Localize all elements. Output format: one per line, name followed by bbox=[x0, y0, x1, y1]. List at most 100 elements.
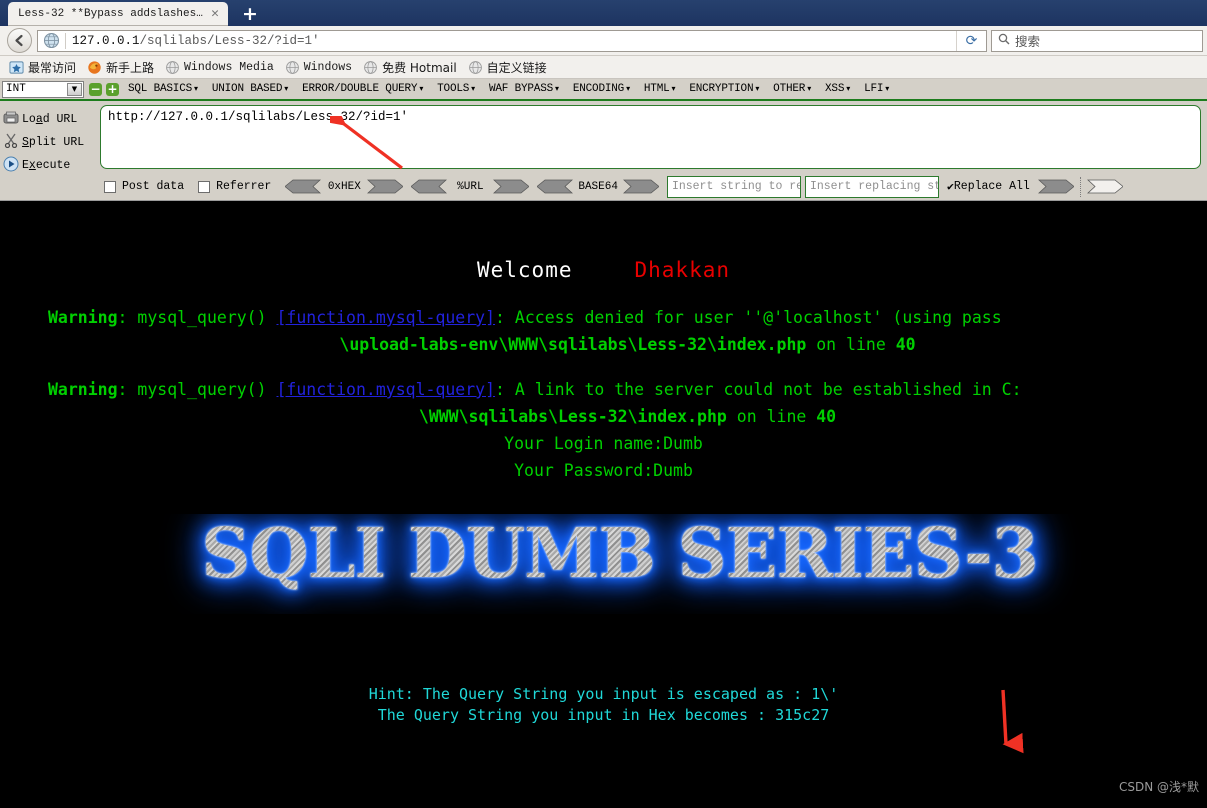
password-line: Your Password:Dumb bbox=[514, 461, 693, 480]
address-separator bbox=[65, 32, 66, 49]
bookmark-label: Windows Media bbox=[184, 60, 274, 74]
post-data-checkbox[interactable]: Post data bbox=[104, 180, 184, 193]
chevron-down-icon: ▾ bbox=[555, 84, 559, 93]
encoder-label: %URL bbox=[457, 180, 484, 193]
load-url-icon bbox=[0, 111, 22, 129]
encode-arrow-icon[interactable] bbox=[622, 179, 659, 194]
replace-from-input[interactable]: Insert string to repla bbox=[666, 175, 801, 198]
warning-path-line: \WWW\sqlilabs\Less-32\index.php on line … bbox=[48, 403, 1207, 430]
replace-to-input[interactable]: Insert replacing string bbox=[804, 175, 939, 198]
menu-error-double-query[interactable]: ERROR/DOUBLE QUERY ▾ bbox=[295, 82, 430, 96]
hint-hex-line: The Query String you input in Hex become… bbox=[377, 706, 830, 724]
encoder-label: BASE64 bbox=[578, 180, 618, 193]
decode-arrow-icon[interactable] bbox=[285, 179, 322, 194]
mysql-query-doc-link[interactable]: [function.mysql-query] bbox=[277, 380, 496, 399]
remove-tab-button[interactable]: − bbox=[89, 82, 102, 96]
address-text: 127.0.0.1/sqlilabs/Less-32/?id=1' bbox=[72, 34, 956, 48]
back-button[interactable] bbox=[7, 28, 32, 53]
address-path: /sqlilabs/Less-32/?id=1' bbox=[139, 33, 320, 48]
hackbar-type-select[interactable]: INT ▼ bbox=[2, 80, 84, 98]
chevron-down-icon[interactable]: ▼ bbox=[67, 82, 82, 96]
bookmark-item[interactable]: Windows Media bbox=[162, 59, 280, 76]
bookmark-label: Windows bbox=[303, 60, 353, 74]
encode-arrow-icon[interactable] bbox=[493, 179, 530, 194]
load-url-button[interactable]: Load URL bbox=[0, 108, 100, 131]
execute-button[interactable]: Execute bbox=[0, 154, 100, 177]
new-tab-button[interactable]: + bbox=[242, 5, 258, 24]
hackbar-url-textarea[interactable]: http://127.0.0.1/sqlilabs/Less-32/?id=1' bbox=[100, 105, 1201, 169]
reload-button[interactable]: ⟳ bbox=[956, 30, 986, 51]
replace-all-checkbox[interactable]: ✔ Replace All bbox=[947, 179, 1030, 194]
welcome-heading: Welcome Dhakkan bbox=[0, 201, 1207, 282]
split-url-label: Split URL bbox=[22, 136, 85, 149]
bookmark-item[interactable]: 新手上路 bbox=[84, 58, 160, 77]
encode-arrow-icon[interactable] bbox=[367, 179, 404, 194]
toolbar-divider bbox=[1079, 176, 1081, 197]
bookmark-item[interactable]: 最常访问 bbox=[6, 58, 82, 77]
mysql-query-doc-link[interactable]: [function.mysql-query] bbox=[277, 308, 496, 327]
globe-icon bbox=[43, 32, 60, 49]
close-icon[interactable]: ✕ bbox=[208, 7, 222, 21]
menu-label: SQL BASICS bbox=[128, 83, 193, 95]
hackbar-body: Load URL Split URL Execute http://127.0.… bbox=[0, 101, 1207, 173]
chevron-down-icon: ▾ bbox=[755, 84, 760, 93]
author-text: Dhakkan bbox=[634, 258, 731, 282]
firefox-icon bbox=[88, 60, 101, 74]
browser-tab[interactable]: Less-32 **Bypass addslashes··· ✕ bbox=[8, 2, 228, 26]
navigation-bar: 127.0.0.1/sqlilabs/Less-32/?id=1' ⟳ 搜索 bbox=[0, 26, 1207, 56]
php-warning-1: Warning: mysql_query() [function.mysql-q… bbox=[0, 304, 1207, 358]
menu-encryption[interactable]: ENCRYPTION ▾ bbox=[682, 82, 766, 96]
sqli-dumb-series-logo: SQLI DUMB SERIES-3 bbox=[201, 514, 1039, 594]
menu-label: UNION BASED bbox=[211, 83, 283, 95]
chevron-down-icon: ▾ bbox=[807, 84, 812, 93]
menu-label: ERROR/DOUBLE QUERY bbox=[302, 83, 418, 95]
encoder-label: 0xHEX bbox=[327, 180, 361, 193]
globe-icon bbox=[166, 60, 179, 74]
menu-label: WAF BYPASS bbox=[489, 83, 554, 95]
decode-arrow-icon[interactable] bbox=[537, 179, 574, 194]
split-url-button[interactable]: Split URL bbox=[0, 131, 100, 154]
chevron-down-icon: ▾ bbox=[284, 84, 289, 93]
decode-arrow-icon[interactable] bbox=[411, 179, 448, 194]
bookmark-item[interactable]: 免费 Hotmail bbox=[360, 58, 463, 77]
add-tab-button[interactable]: + bbox=[106, 82, 119, 96]
tab-strip: Less-32 **Bypass addslashes··· ✕ + bbox=[0, 0, 1207, 26]
hackbar-type-value: INT bbox=[6, 83, 26, 95]
menu-html[interactable]: HTML ▾ bbox=[637, 82, 682, 96]
chevron-down-icon: ▾ bbox=[885, 84, 890, 93]
overflow-arrow-icon[interactable] bbox=[1086, 179, 1123, 194]
referrer-checkbox[interactable]: Referrer bbox=[198, 180, 271, 193]
menu-union-based[interactable]: UNION BASED ▾ bbox=[205, 82, 295, 96]
bookmark-item[interactable]: Windows bbox=[282, 59, 358, 76]
menu-xss[interactable]: XSS ▾ bbox=[818, 82, 857, 96]
search-input[interactable]: 搜索 bbox=[1015, 31, 1040, 50]
warning-label: Warning bbox=[48, 308, 118, 327]
menu-label: ENCODING bbox=[572, 83, 625, 95]
warning-path-file: index.php bbox=[637, 407, 727, 426]
menu-encoding[interactable]: ENCODING ▾ bbox=[566, 82, 637, 96]
hint-escaped-line: Hint: The Query String you input is esca… bbox=[368, 685, 839, 703]
menu-lfi[interactable]: LFI ▾ bbox=[857, 82, 896, 96]
menu-waf-bypass[interactable]: WAF BYPASS ▾ bbox=[482, 82, 566, 96]
bookmark-label: 免费 Hotmail bbox=[382, 60, 457, 75]
menu-tools[interactable]: TOOLS ▾ bbox=[430, 82, 482, 96]
search-bar[interactable]: 搜索 bbox=[991, 29, 1203, 52]
bookmark-item[interactable]: 自定义链接 bbox=[465, 58, 553, 77]
globe-icon bbox=[364, 60, 377, 74]
warning-message: : Access denied for user ''@'localhost' … bbox=[495, 308, 1002, 327]
warning-path-www: WWW bbox=[428, 407, 459, 426]
warning-label: Warning bbox=[48, 380, 118, 399]
menu-label: HTML bbox=[643, 83, 670, 95]
address-bar[interactable]: 127.0.0.1/sqlilabs/Less-32/?id=1' ⟳ bbox=[37, 29, 987, 52]
menu-other[interactable]: OTHER ▾ bbox=[766, 82, 818, 96]
warning-line-number: 40 bbox=[895, 335, 916, 354]
tab-title: Less-32 **Bypass addslashes··· bbox=[18, 8, 204, 20]
replace-apply-arrow-icon[interactable] bbox=[1037, 179, 1074, 194]
chevron-down-icon: ▾ bbox=[671, 84, 676, 93]
warning-path-www: WWW bbox=[508, 335, 539, 354]
warning-on-line-label: on line bbox=[806, 335, 896, 354]
replace-all-label: Replace All bbox=[953, 180, 1030, 193]
menu-label: LFI bbox=[864, 83, 884, 95]
checkbox-box bbox=[104, 180, 116, 193]
menu-sql-basics[interactable]: SQL BASICS ▾ bbox=[121, 82, 205, 96]
